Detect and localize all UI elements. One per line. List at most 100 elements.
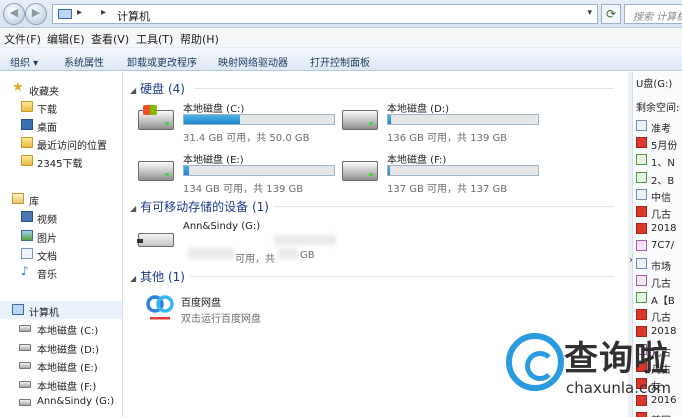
file-icon [636, 171, 647, 183]
file-icon [636, 120, 647, 131]
drive-usage-fill [388, 166, 390, 175]
preview-file-item[interactable]: 几古 [636, 307, 682, 324]
back-button[interactable]: ◀ [3, 3, 25, 25]
redacted-region [274, 235, 336, 245]
sidebar-item-pictures[interactable]: 图片 [0, 227, 122, 245]
sidebar-libraries-header[interactable]: 库 [0, 190, 122, 208]
sidebar-item-label: 本地磁盘 (E:) [37, 363, 98, 374]
preview-file-item[interactable]: 中信 [636, 187, 682, 204]
folder-icon [21, 155, 33, 166]
drive-name: 本地磁盘 (E:) [183, 155, 244, 166]
sidebar-item-documents[interactable]: 文档 [0, 245, 122, 263]
sidebar-item-recent-places[interactable]: 最近访问的位置 [0, 134, 122, 152]
drive-tile-f[interactable]: 本地磁盘 (F:) 137 GB 可用，共 137 GB [342, 151, 542, 195]
menu-tools[interactable]: 工具(T) [136, 31, 173, 47]
sidebar-item-drive-c[interactable]: 本地磁盘 (C:) [0, 319, 122, 337]
computer-icon [58, 9, 72, 19]
sidebar-computer-header[interactable]: 计算机 [0, 301, 122, 319]
drive-tile-e[interactable]: 本地磁盘 (E:) 134 GB 可用，共 139 GB [138, 151, 338, 195]
preview-file-item[interactable]: 几古 [636, 204, 682, 221]
sidebar-item-drive-g[interactable]: Ann&Sindy (G:) [0, 393, 122, 411]
redacted-region [278, 248, 298, 259]
preview-file-item[interactable]: 几古 [636, 273, 682, 290]
sidebar-favorites-header[interactable]: ★ 收藏夹 [0, 80, 122, 98]
preview-title: U盘(G:) [636, 79, 673, 90]
search-input[interactable]: 搜索 计算机 [624, 4, 682, 24]
address-bar[interactable]: ▸ ▸ 计算机 ▾ [52, 4, 598, 24]
forward-button[interactable]: ▶ [25, 3, 47, 25]
drive-space-info: 134 GB 可用，共 139 GB [183, 184, 304, 195]
sidebar-item-2345-downloads[interactable]: 2345下载 [0, 152, 122, 170]
sidebar-item-drive-d[interactable]: 本地磁盘 (D:) [0, 338, 122, 356]
sidebar-item-drive-e[interactable]: 本地磁盘 (E:) [0, 356, 122, 374]
navigation-pane: ★ 收藏夹 下载 桌面 最近访问的位置 2345下载 库 视频 图片 文档 ♪ … [0, 72, 123, 417]
drive-tile-c[interactable]: 本地磁盘 (C:) 31.4 GB 可用，共 50.0 GB [138, 100, 338, 144]
sidebar-item-videos[interactable]: 视频 [0, 208, 122, 226]
preview-file-item[interactable]: 市场 [636, 256, 682, 273]
sidebar-item-downloads[interactable]: 下载 [0, 98, 122, 116]
collapse-triangle-icon[interactable]: ◢ [130, 86, 136, 95]
item-name: 百度网盘 [181, 298, 221, 309]
sidebar-item-drive-f[interactable]: 本地磁盘 (F:) [0, 375, 122, 393]
map-network-drive-button[interactable]: 映射网络驱动器 [218, 54, 288, 69]
drive-tile-d[interactable]: 本地磁盘 (D:) 136 GB 可用，共 139 GB [342, 100, 542, 144]
desktop-icon [21, 119, 33, 130]
system-drive-icon [138, 105, 174, 130]
hard-drive-icon [19, 325, 31, 332]
menu-edit[interactable]: 编辑(E) [47, 31, 85, 47]
group-header-other[interactable]: ◢ 其他 (1) [130, 268, 185, 285]
menu-bar: 文件(F) 编辑(E) 查看(V) 工具(T) 帮助(H) [0, 29, 682, 47]
menu-file[interactable]: 文件(F) [4, 31, 41, 47]
sidebar-item-label: 视频 [37, 215, 57, 226]
menu-help[interactable]: 帮助(H) [180, 31, 219, 47]
system-properties-button[interactable]: 系统属性 [64, 54, 104, 69]
preview-file-item[interactable]: 2、B [636, 170, 682, 187]
group-header-hard-disks[interactable]: ◢ 硬盘 (4) [130, 80, 185, 97]
free-space-label: 剩余空间: [636, 103, 680, 114]
group-header-removable[interactable]: ◢ 有可移动存储的设备 (1) [130, 198, 269, 215]
file-icon [636, 137, 647, 149]
file-icon [636, 223, 647, 235]
sidebar-item-desktop[interactable]: 桌面 [0, 116, 122, 134]
refresh-icon: ⟳ [605, 7, 617, 21]
uninstall-program-button[interactable]: 卸载或更改程序 [127, 54, 197, 69]
library-icon [12, 193, 24, 204]
drive-space-unit: GB [300, 250, 315, 261]
file-icon [636, 292, 647, 303]
redacted-region [188, 248, 234, 259]
preview-file-item[interactable]: 5月份 [636, 135, 682, 153]
sidebar-item-label: 桌面 [37, 123, 57, 134]
chevron-down-icon[interactable]: ▾ [587, 8, 592, 18]
collapse-triangle-icon[interactable]: ◢ [130, 274, 136, 283]
search-placeholder: 搜索 计算机 [633, 12, 682, 23]
sidebar-item-music[interactable]: ♪ 音乐 [0, 263, 122, 281]
sidebar-item-label: 本地磁盘 (F:) [37, 382, 97, 393]
baidu-netdisk-item[interactable]: 百度网盘 双击运行百度网盘 [144, 292, 344, 325]
video-icon [21, 211, 33, 222]
preview-file-item[interactable]: A【B [636, 290, 682, 307]
preview-file-item[interactable]: 准考 [636, 118, 682, 135]
sidebar-header-label: 收藏夹 [29, 87, 59, 98]
file-name: 5月份 [651, 141, 678, 153]
menu-view[interactable]: 查看(V) [91, 31, 129, 47]
file-name: 准考 [651, 124, 671, 135]
collapse-triangle-icon[interactable]: ◢ [130, 204, 136, 213]
breadcrumb-computer[interactable]: 计算机 [117, 8, 150, 24]
preview-file-item[interactable]: 7C7/ [636, 238, 682, 254]
chevron-right-icon: ▸ [101, 7, 107, 18]
drive-space-info: 可用，共 [235, 254, 275, 265]
group-divider [194, 88, 614, 89]
preview-file-item[interactable]: 1、N [636, 152, 682, 169]
document-icon [21, 248, 33, 259]
hard-drive-icon [138, 161, 174, 181]
usb-drive-icon [19, 399, 31, 406]
drive-tile-g[interactable]: Ann&Sindy (G:) 可用，共 GB [137, 221, 338, 265]
open-control-panel-button[interactable]: 打开控制面板 [310, 54, 370, 69]
sidebar-item-label: 最近访问的位置 [37, 141, 107, 152]
sidebar-item-label: 音乐 [37, 270, 57, 281]
star-icon: ★ [12, 80, 24, 95]
preview-file-item[interactable]: 2018 [636, 221, 682, 237]
picture-icon [21, 230, 33, 241]
organize-button[interactable]: 组织 ▾ [10, 54, 38, 69]
refresh-button[interactable]: ⟳ [601, 4, 621, 24]
